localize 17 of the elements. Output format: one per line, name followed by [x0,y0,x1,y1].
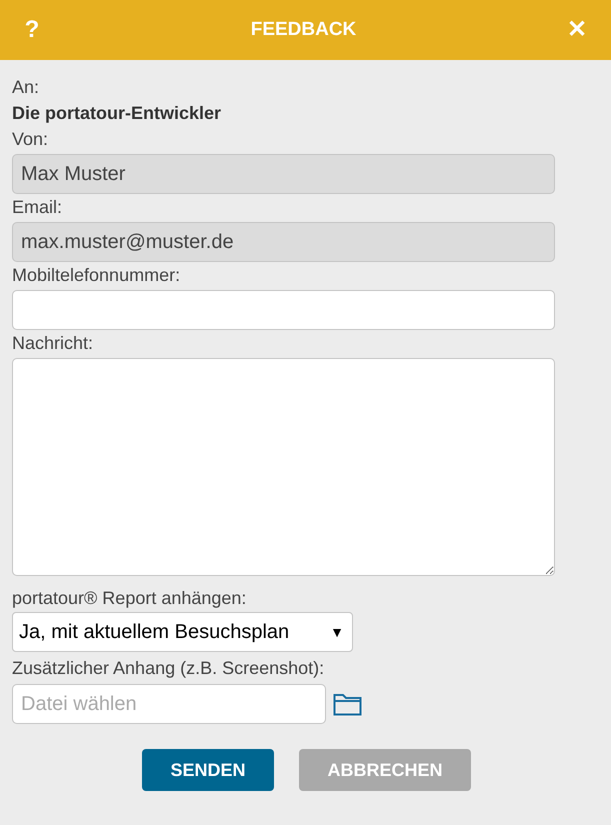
send-button[interactable]: SENDEN [142,749,274,791]
input-field[interactable] [12,290,555,330]
report-select[interactable]: Ja, mit aktuellem Besuchsplan ▼ [12,612,353,652]
folder-icon[interactable] [333,692,362,716]
field-label: An: [12,76,40,99]
dropdown-arrow: ▼ [330,622,344,642]
select-value: Ja, mit aktuellem Besuchsplan [19,620,290,645]
field-label: Mobiltelefonnummer: [12,264,182,287]
field-label: Nachricht: [12,332,94,355]
recipient-name: Die portatour-Entwickler [12,102,222,125]
field-label: Email: [12,196,64,219]
field-label: portatour® Report anhängen: [12,587,248,610]
field-label: Zusätzlicher Anhang (z.B. Screenshot): [12,657,326,680]
dialog-title: FEEDBACK [250,18,356,42]
message-field[interactable] [12,358,555,576]
field-label: Von: [12,128,50,151]
file-field[interactable]: Datei wählen [12,684,326,724]
